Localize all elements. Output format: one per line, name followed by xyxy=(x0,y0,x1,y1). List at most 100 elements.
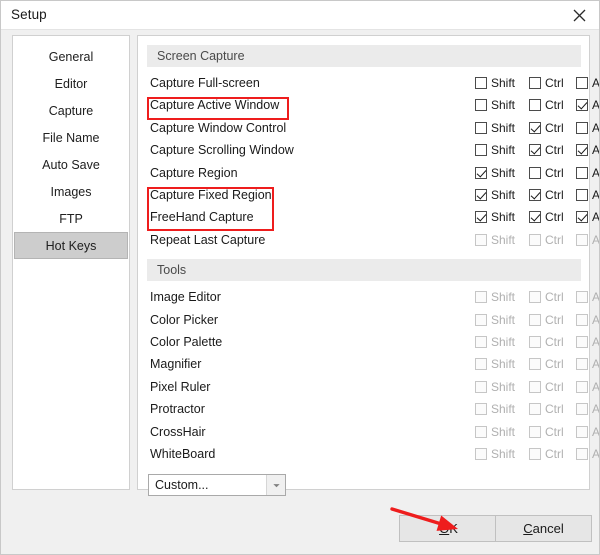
checkbox-alt[interactable]: Alt xyxy=(576,166,600,180)
hotkey-action-label: Capture Window Control xyxy=(150,121,287,135)
group-header-label: Screen Capture xyxy=(157,49,245,63)
sidebar-item-images[interactable]: Images xyxy=(14,178,128,205)
checkbox-shift: Shift xyxy=(475,335,515,349)
checkbox-box xyxy=(475,314,487,326)
sidebar-item-label: Hot Keys xyxy=(45,238,97,253)
checkbox-alt[interactable]: Alt xyxy=(576,76,599,90)
checkbox-box xyxy=(576,314,588,326)
checkbox-shift[interactable]: Shift xyxy=(475,76,515,90)
checkbox-box xyxy=(529,211,541,223)
hotkey-row: Capture RegionShiftCtrlAltPrintScreen xyxy=(138,163,599,185)
hotkey-row: CrossHairShiftCtrlAltNone xyxy=(138,422,599,444)
checkbox-alt[interactable]: Alt xyxy=(576,143,599,157)
checkbox-box xyxy=(529,336,541,348)
checkbox-box xyxy=(529,314,541,326)
checkbox-shift[interactable]: Shift xyxy=(475,188,515,202)
hotkey-action-label: Pixel Ruler xyxy=(150,380,211,394)
checkbox-box xyxy=(475,336,487,348)
checkbox-label: Shift xyxy=(491,121,516,135)
checkbox-ctrl: Ctrl xyxy=(529,425,564,439)
checkbox-box xyxy=(576,291,588,303)
checkbox-box xyxy=(576,211,588,223)
ok-button-mnemonic: O xyxy=(439,521,450,536)
checkbox-label: Alt xyxy=(592,290,600,304)
chevron-down-icon[interactable] xyxy=(266,475,285,495)
checkbox-box xyxy=(529,426,541,438)
cancel-button[interactable]: Cancel xyxy=(495,515,592,542)
checkbox-label: Ctrl xyxy=(545,166,564,180)
checkbox-label: Alt xyxy=(592,380,600,394)
checkbox-ctrl[interactable]: Ctrl xyxy=(529,210,564,224)
checkbox-box xyxy=(475,189,487,201)
checkbox-box xyxy=(576,77,588,89)
preset-select-value: Custom... xyxy=(155,478,209,492)
settings-category-list[interactable]: General Editor Capture File Name Auto Save Im… xyxy=(12,35,130,490)
checkbox-alt: Alt xyxy=(576,335,599,349)
hotkey-action-label: FreeHand Capture xyxy=(150,210,254,224)
checkbox-label: Alt xyxy=(592,166,600,180)
hotkey-row: Color PickerShiftCtrlAltNone xyxy=(138,310,599,332)
cancel-button-mnemonic: C xyxy=(523,521,533,536)
sidebar-item-capture[interactable]: Capture xyxy=(14,97,128,124)
hotkey-row: Pixel RulerShiftCtrlAltNone xyxy=(138,377,599,399)
checkbox-shift: Shift xyxy=(475,233,515,247)
hotkey-row: Capture Window ControlShiftCtrlAltPrintS… xyxy=(138,118,599,140)
checkbox-ctrl[interactable]: Ctrl xyxy=(529,143,564,157)
checkbox-label: Ctrl xyxy=(545,313,564,327)
checkbox-shift[interactable]: Shift xyxy=(475,210,515,224)
checkbox-box xyxy=(529,99,541,111)
checkbox-label: Shift xyxy=(491,290,516,304)
sidebar-item-editor[interactable]: Editor xyxy=(14,70,128,97)
checkbox-ctrl[interactable]: Ctrl xyxy=(529,166,564,180)
checkbox-ctrl[interactable]: Ctrl xyxy=(529,76,564,90)
ok-button[interactable]: OK xyxy=(399,515,498,542)
checkbox-label: Ctrl xyxy=(545,143,564,157)
sidebar-item-label: FTP xyxy=(59,211,83,226)
sidebar-item-file-name[interactable]: File Name xyxy=(14,124,128,151)
checkbox-label: Alt xyxy=(592,121,600,135)
checkbox-label: Shift xyxy=(491,166,516,180)
checkbox-box xyxy=(576,189,588,201)
checkbox-alt[interactable]: Alt xyxy=(576,210,599,224)
checkbox-label: Shift xyxy=(491,380,516,394)
checkbox-ctrl: Ctrl xyxy=(529,402,564,416)
hotkey-row: Repeat Last CaptureShiftCtrlAltNone xyxy=(138,230,599,252)
hotkey-action-label: Capture Active Window xyxy=(150,98,280,112)
close-icon[interactable] xyxy=(557,1,599,29)
group-header-tools: Tools xyxy=(147,259,581,282)
checkbox-ctrl: Ctrl xyxy=(529,335,564,349)
checkbox-label: Ctrl xyxy=(545,121,564,135)
checkbox-ctrl[interactable]: Ctrl xyxy=(529,121,564,135)
checkbox-shift[interactable]: Shift xyxy=(475,143,515,157)
checkbox-ctrl[interactable]: Ctrl xyxy=(529,188,564,202)
checkbox-shift[interactable]: Shift xyxy=(475,121,515,135)
checkbox-alt[interactable]: Alt xyxy=(576,188,599,202)
checkbox-label: Alt xyxy=(592,98,600,112)
checkbox-label: Ctrl xyxy=(545,76,564,90)
sidebar-item-hot-keys[interactable]: Hot Keys xyxy=(14,232,128,259)
checkbox-alt[interactable]: Alt xyxy=(576,121,600,135)
checkbox-ctrl: Ctrl xyxy=(529,313,564,327)
checkbox-alt: Alt xyxy=(576,290,600,304)
checkbox-shift[interactable]: Shift xyxy=(475,166,515,180)
sidebar-item-ftp[interactable]: FTP xyxy=(14,205,128,232)
checkbox-box xyxy=(576,122,588,134)
checkbox-box xyxy=(529,144,541,156)
cancel-button-rest: ancel xyxy=(532,521,564,536)
sidebar-item-general[interactable]: General xyxy=(14,43,128,70)
checkbox-label: Ctrl xyxy=(545,290,564,304)
preset-select[interactable]: Custom... xyxy=(148,474,286,496)
checkbox-box xyxy=(576,144,588,156)
hotkey-action-label: Protractor xyxy=(150,402,205,416)
checkbox-box xyxy=(529,189,541,201)
checkbox-shift[interactable]: Shift xyxy=(475,98,515,112)
checkbox-alt: Alt xyxy=(576,233,599,247)
hotkey-action-label: WhiteBoard xyxy=(150,447,216,461)
checkbox-alt[interactable]: Alt xyxy=(576,98,600,112)
checkbox-box xyxy=(475,144,487,156)
sidebar-item-auto-save[interactable]: Auto Save xyxy=(14,151,128,178)
checkbox-label: Ctrl xyxy=(545,425,564,439)
checkbox-ctrl[interactable]: Ctrl xyxy=(529,98,564,112)
checkbox-label: Alt xyxy=(592,313,600,327)
checkbox-ctrl: Ctrl xyxy=(529,447,564,461)
